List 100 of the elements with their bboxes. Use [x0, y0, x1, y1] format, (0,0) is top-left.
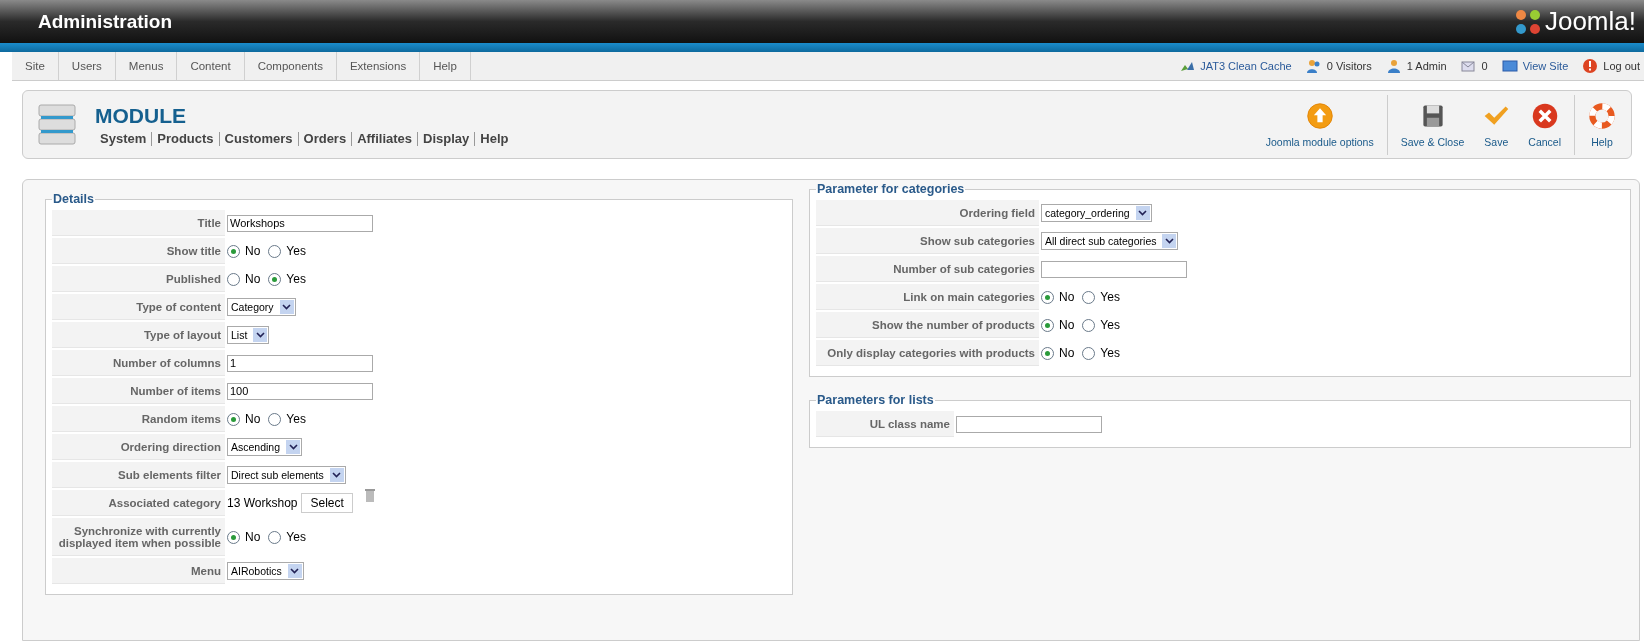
- field-label: Synchronize with currently displayed item when possible: [52, 518, 225, 556]
- nav-link[interactable]: System: [95, 131, 152, 146]
- field-label: Title: [52, 210, 225, 236]
- field-label: Only display categories with products: [816, 340, 1039, 366]
- field-label: Number of sub categories: [816, 256, 1039, 282]
- field-label: Show the number of products: [816, 312, 1039, 338]
- trash-icon[interactable]: [364, 489, 375, 503]
- radio-button[interactable]: [227, 530, 240, 544]
- field-label: Number of columns: [52, 350, 225, 376]
- radio-button[interactable]: [1041, 346, 1054, 360]
- nav-link[interactable]: Display: [417, 131, 475, 146]
- select-button[interactable]: Select: [301, 493, 353, 513]
- nav-link[interactable]: Orders: [297, 131, 352, 146]
- toolbar-button[interactable]: Save & Close: [1391, 94, 1474, 155]
- radio-button[interactable]: [227, 244, 240, 258]
- menu-item[interactable]: Site: [12, 52, 59, 80]
- status-link[interactable]: Log out: [1603, 60, 1640, 72]
- menu-item[interactable]: Extensions: [336, 52, 421, 80]
- cancel-icon: [1530, 101, 1559, 130]
- radio-button[interactable]: [1082, 290, 1096, 304]
- text-field[interactable]: 100: [227, 382, 373, 400]
- menu-item[interactable]: Help: [420, 52, 471, 80]
- field-label: Menu: [52, 558, 225, 584]
- chevron-icon: [290, 568, 300, 574]
- radio-button[interactable]: [1041, 318, 1054, 332]
- status-link[interactable]: JAT3 Clean Cache: [1200, 60, 1292, 72]
- radio-button[interactable]: [268, 272, 282, 286]
- radio-button[interactable]: [227, 272, 240, 286]
- field-label: Sub elements filter: [52, 462, 225, 488]
- nav-link[interactable]: Affiliates: [351, 131, 418, 146]
- status-text: 0 Visitors: [1326, 60, 1372, 72]
- upload-icon: [1305, 101, 1334, 130]
- radio-button[interactable]: [227, 412, 240, 426]
- section-title: Parameters for lists: [816, 393, 935, 407]
- dropdown[interactable]: Direct sub elements: [227, 466, 346, 484]
- toolbar-button[interactable]: Help: [1579, 94, 1625, 155]
- dropdown[interactable]: Ascending: [227, 438, 303, 456]
- radio-label: No: [1059, 346, 1075, 360]
- field-label: Random items: [52, 406, 225, 432]
- lifebuoy-icon: [1588, 101, 1616, 130]
- field-label: Link on main categories: [816, 284, 1039, 310]
- toolbar-button[interactable]: Joomla module options: [1256, 94, 1383, 155]
- dropdown[interactable]: All direct sub categories: [1041, 232, 1179, 250]
- radio-label: No: [245, 244, 261, 258]
- radio-button[interactable]: [1041, 290, 1054, 304]
- radio-button[interactable]: [1082, 346, 1096, 360]
- radio-button[interactable]: [268, 244, 282, 258]
- radio-label: No: [245, 530, 261, 544]
- field-label: Associated category: [52, 490, 225, 516]
- field-label: Ordering direction: [52, 434, 225, 460]
- nav-link[interactable]: Help: [474, 131, 514, 146]
- menu-item[interactable]: Users: [58, 52, 116, 80]
- status-text: 1 Admin: [1406, 60, 1447, 72]
- users-icon: [1305, 58, 1322, 74]
- menu-item[interactable]: Components: [244, 52, 337, 80]
- section-title: Details: [52, 192, 95, 206]
- radio-button[interactable]: [1082, 318, 1096, 332]
- mail-icon: [1460, 58, 1477, 74]
- toolbar-button[interactable]: Save: [1473, 94, 1520, 155]
- user-icon: [1385, 58, 1402, 74]
- status-link[interactable]: View Site: [1522, 60, 1569, 72]
- alert-icon: [1582, 58, 1599, 74]
- radio-label: Yes: [1100, 318, 1120, 332]
- field-label: Ordering field: [816, 200, 1039, 226]
- module-icon: [37, 102, 77, 147]
- dropdown[interactable]: AIRobotics: [227, 562, 304, 580]
- radio-label: Yes: [286, 530, 306, 544]
- section-title: Parameter for categories: [816, 182, 966, 196]
- text-field[interactable]: 1: [227, 354, 373, 372]
- text-field[interactable]: [956, 415, 1102, 433]
- logo-text: Joomla!: [1544, 6, 1636, 37]
- nav-link[interactable]: Customers: [218, 131, 298, 146]
- dropdown[interactable]: Category: [227, 298, 296, 316]
- field-label: Type of layout: [52, 322, 225, 348]
- radio-button[interactable]: [268, 412, 282, 426]
- chevron-icon: [332, 472, 342, 478]
- menu-item[interactable]: Menus: [115, 52, 178, 80]
- radio-label: Yes: [1100, 346, 1120, 360]
- radio-label: Yes: [286, 412, 306, 426]
- page-title: MODULE: [95, 103, 187, 128]
- radio-button[interactable]: [268, 530, 282, 544]
- toolbar-button[interactable]: Cancel: [1519, 94, 1570, 155]
- field-label: Show title: [52, 238, 225, 264]
- text-field[interactable]: Workshops: [227, 214, 373, 232]
- field-label: Number of items: [52, 378, 225, 404]
- field-label: UL class name: [816, 411, 954, 437]
- category-value: 13 Workshop: [227, 496, 298, 510]
- radio-label: Yes: [286, 272, 306, 286]
- text-field[interactable]: [1041, 260, 1187, 278]
- dropdown[interactable]: category_ordering: [1041, 204, 1152, 222]
- radio-label: No: [245, 272, 261, 286]
- chevron-icon: [1138, 210, 1148, 216]
- radio-label: No: [1059, 318, 1075, 332]
- radio-label: Yes: [1100, 290, 1120, 304]
- menu-item[interactable]: Content: [177, 52, 245, 80]
- field-label: Published: [52, 266, 225, 292]
- app-title: Administration: [38, 10, 173, 33]
- nav-link[interactable]: Products: [151, 131, 219, 146]
- chevron-icon: [1165, 238, 1174, 244]
- dropdown[interactable]: List: [227, 326, 270, 344]
